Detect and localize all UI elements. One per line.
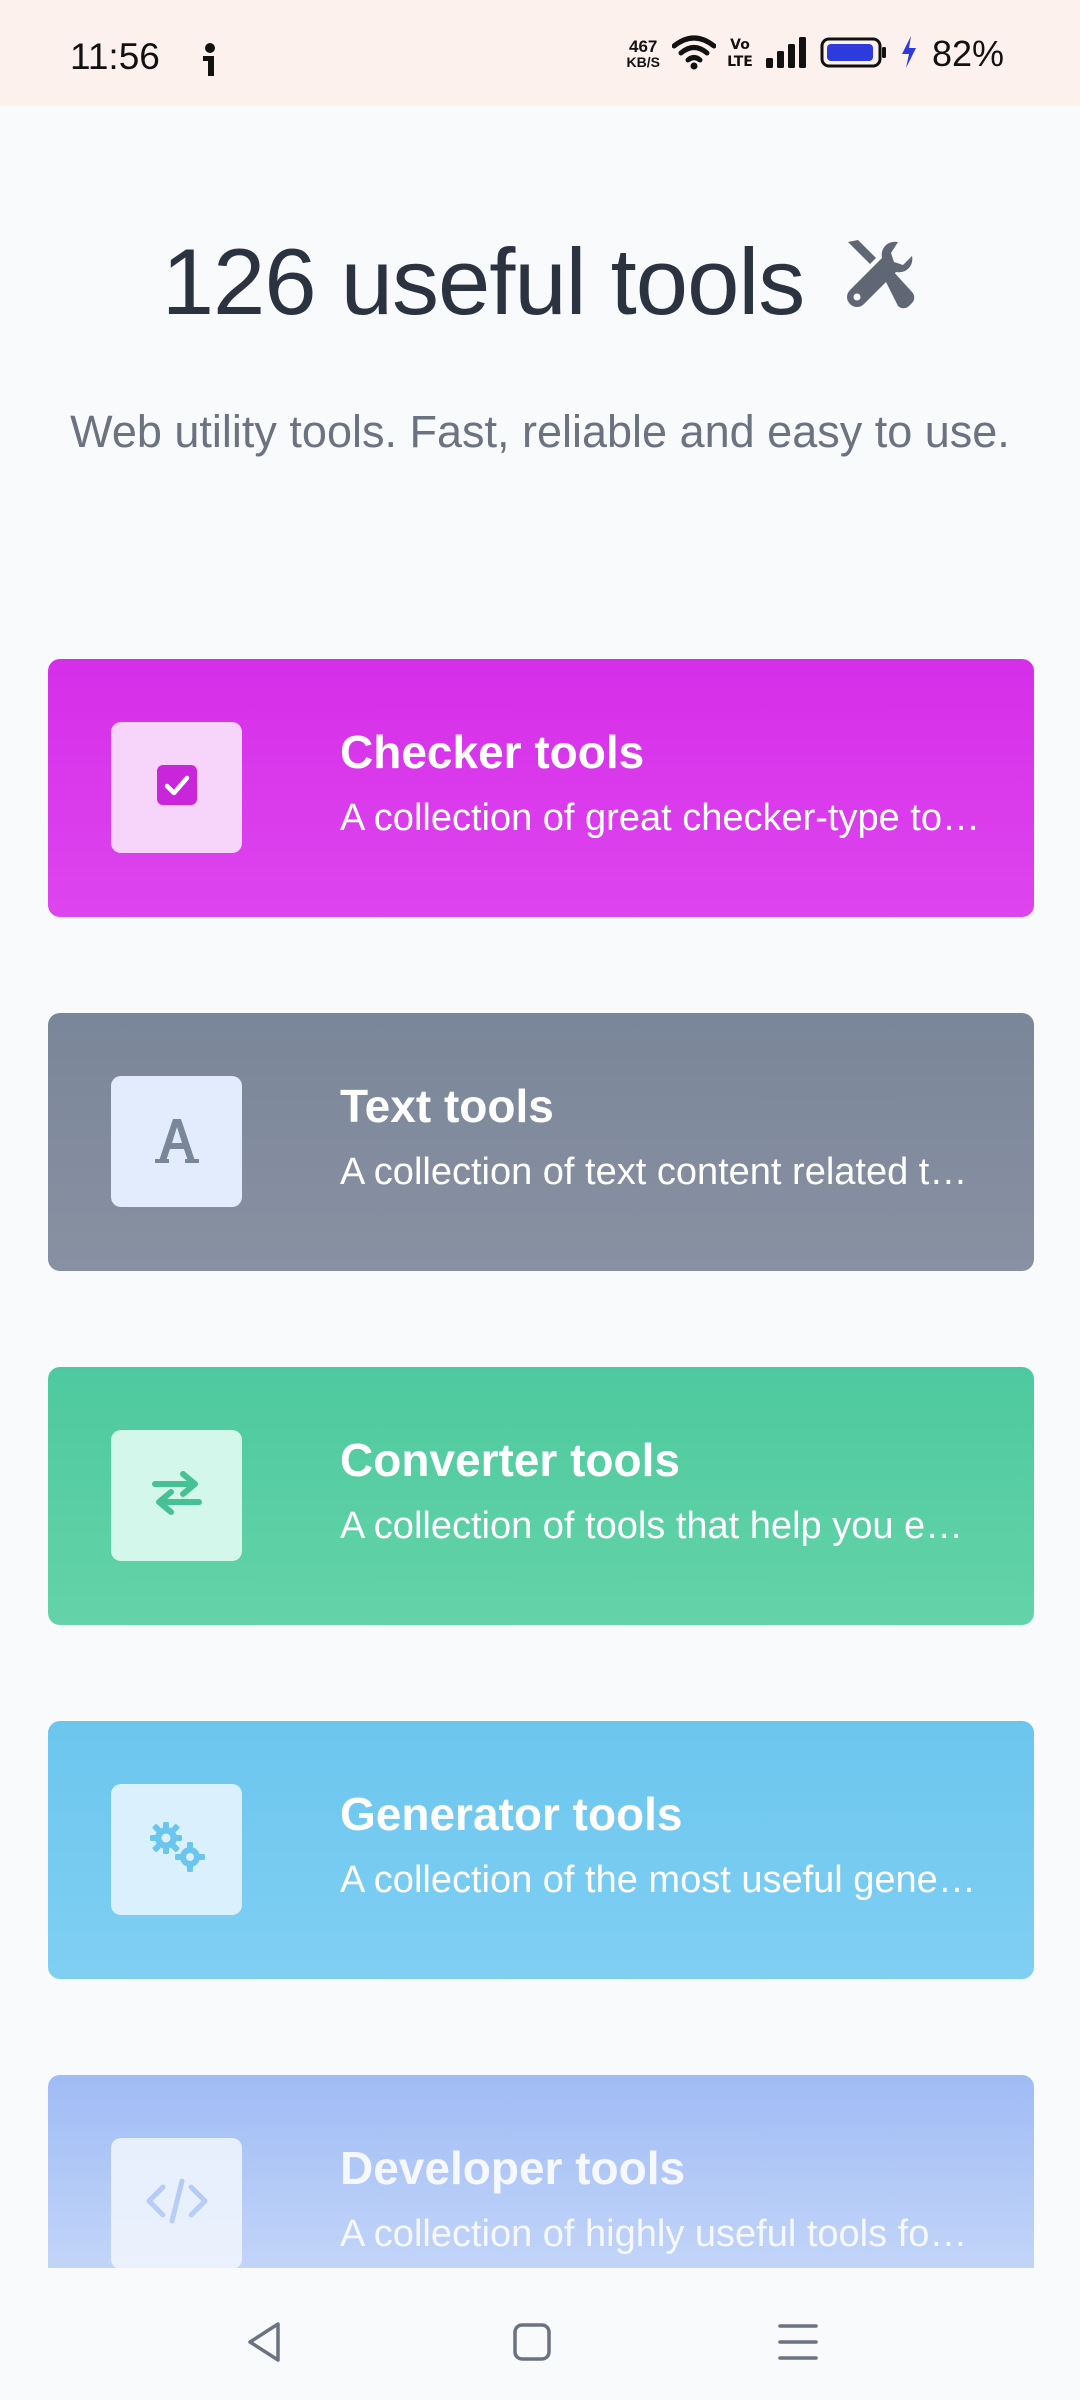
card-icon-box — [111, 2138, 242, 2269]
checkbox-icon — [155, 763, 199, 812]
tools-icon — [840, 228, 918, 336]
status-bar: 11:56 467 KB/S Vo LTE 82% — [0, 0, 1080, 106]
back-icon[interactable] — [234, 2312, 294, 2372]
cogs-icon — [146, 1820, 208, 1879]
home-icon[interactable] — [502, 2312, 562, 2372]
card-title: Converter tools — [340, 1434, 680, 1486]
card-description: A collection of great checker-type tools — [340, 797, 980, 839]
network-speed-value: 467 — [629, 37, 658, 56]
status-time: 11:56 — [70, 36, 160, 77]
card-title: Developer tools — [340, 2142, 686, 2194]
status-indicators: 467 KB/S Vo LTE 82% — [626, 33, 1004, 75]
signal-icon — [764, 34, 808, 75]
svg-text:LTE: LTE — [728, 54, 752, 70]
page-title-text: 126 useful tools — [161, 229, 805, 334]
page-subtitle: Web utility tools. Fast, reliable and ea… — [70, 406, 1010, 457]
card-title: Generator tools — [340, 1788, 683, 1840]
system-nav-bar — [0, 2268, 1080, 2400]
card-icon-box — [111, 1430, 242, 1561]
card-title: Checker tools — [340, 726, 645, 778]
network-speed-unit: KB/S — [626, 54, 660, 70]
category-card-converter[interactable]: Converter tools A collection of tools th… — [48, 1367, 1034, 1625]
exchange-icon — [151, 1467, 203, 1524]
card-icon-box — [111, 722, 242, 853]
category-card-text[interactable]: Text tools A collection of text content … — [48, 1013, 1034, 1271]
card-icon-box — [111, 1076, 242, 1207]
volte-icon: Vo LTE — [727, 34, 753, 75]
battery-percentage: 82% — [931, 33, 1004, 74]
card-description: A collection of the most useful generato… — [340, 1859, 980, 1901]
card-description: A collection of highly useful tools for … — [340, 2213, 980, 2255]
network-speed: 467 KB/S — [626, 38, 659, 70]
card-title: Text tools — [340, 1080, 554, 1132]
charging-icon — [900, 34, 918, 75]
card-icon-box — [111, 1784, 242, 1915]
wifi-icon — [671, 34, 717, 75]
category-card-checker[interactable]: Checker tools A collection of great chec… — [48, 659, 1034, 917]
category-card-generator[interactable]: Generator tools A collection of the most… — [48, 1721, 1034, 1979]
battery-icon — [820, 34, 888, 75]
menu-icon[interactable] — [768, 2312, 828, 2372]
card-description: A collection of tools that help you easi… — [340, 1505, 980, 1547]
font-icon — [153, 1113, 201, 1170]
card-description: A collection of text content related too… — [340, 1151, 980, 1193]
info-icon — [196, 42, 224, 83]
svg-text:Vo: Vo — [730, 37, 750, 53]
code-icon — [145, 2177, 209, 2230]
page-title: 126 useful tools — [0, 228, 1080, 336]
